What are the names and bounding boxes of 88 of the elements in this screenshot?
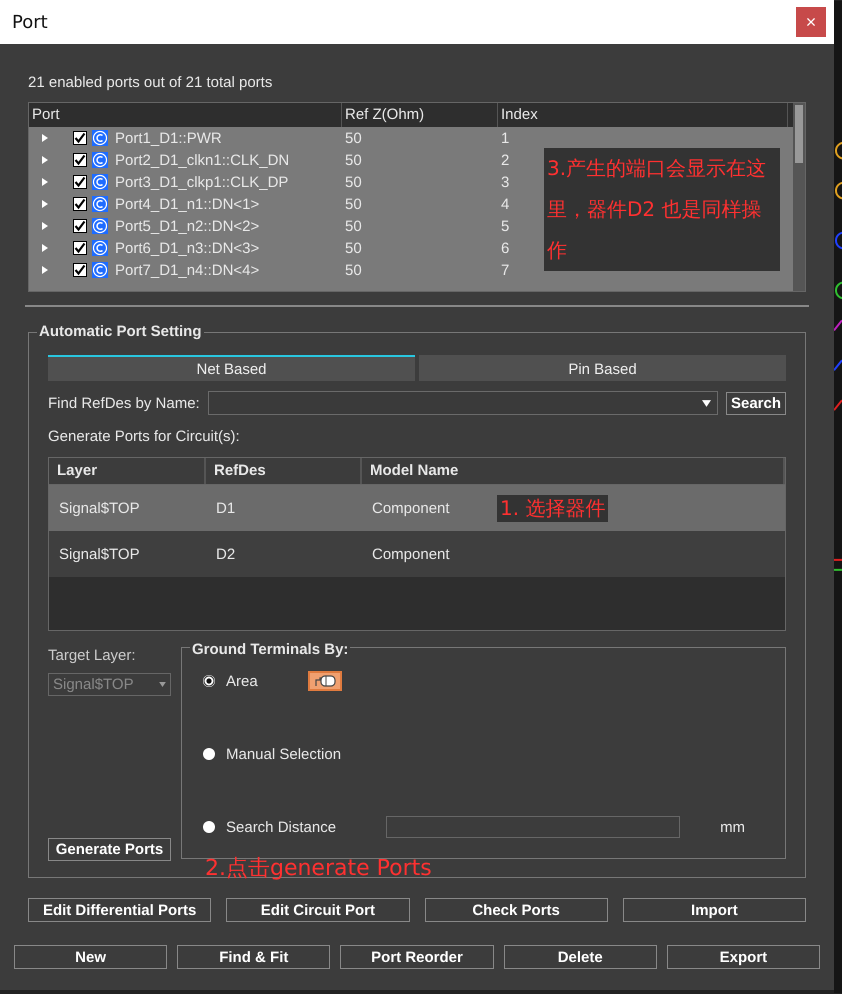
generate-ports-button[interactable]: Generate Ports [48, 838, 171, 861]
table-cell-text: 50 [344, 130, 363, 146]
expand-arrow-icon[interactable] [41, 222, 49, 230]
tab[interactable]: Pin Based [419, 355, 786, 381]
group-title: Automatic Port Setting [37, 323, 204, 340]
action-button[interactable]: Edit Differential Ports [28, 898, 212, 922]
table-cell-text: 2 [500, 152, 510, 168]
table-row[interactable]: Signal$TOP D2 Component [49, 531, 786, 577]
action-button[interactable]: Edit Circuit Port [226, 898, 410, 922]
table-cell-text: Component [371, 500, 450, 516]
action-button[interactable]: Export [666, 945, 820, 969]
port-name: Port2_D1_clkn1::CLK_DN [115, 152, 290, 168]
table-cell-text: Component [371, 546, 450, 562]
table-cell-text: 50 [344, 240, 363, 256]
unit-label: mm [720, 818, 746, 836]
annotation-text: 1. 选择器件 [497, 495, 608, 522]
expand-arrow-icon[interactable] [41, 244, 49, 252]
action-button[interactable]: Find & Fit [177, 945, 330, 969]
table-cell-text: 3 [500, 174, 510, 190]
port-count-text: 21 enabled ports out of 21 total ports [28, 74, 274, 93]
group-title: Ground Terminals By: [190, 642, 350, 657]
action-button[interactable]: Check Ports [424, 898, 608, 922]
field-label: Target Layer: [48, 647, 137, 664]
table-cell-text: D2 [215, 546, 236, 562]
port-icon [92, 174, 108, 190]
table-cell-text: Signal$TOP [58, 546, 141, 562]
action-button[interactable]: Port Reorder [340, 945, 494, 969]
port-name: Port3_D1_clkp1::CLK_DP [115, 174, 288, 190]
action-button[interactable]: New [14, 945, 168, 969]
port-icon [92, 196, 108, 212]
checkbox[interactable] [73, 153, 87, 167]
close-button[interactable]: × [796, 7, 826, 37]
radio-label: Area [226, 672, 258, 690]
port-name: Port6_D1_n3::DN<3> [115, 240, 260, 256]
port-name: Port7_D1_n4::DN<4> [115, 262, 260, 278]
table-cell-text: Signal$TOP [58, 500, 141, 516]
radio-button[interactable] [202, 820, 216, 834]
action-button[interactable]: Import [622, 898, 806, 922]
checkbox[interactable] [73, 197, 87, 211]
field-label: Find RefDes by Name: [48, 394, 200, 412]
expand-arrow-icon[interactable] [41, 156, 49, 164]
table-cell-text: D1 [215, 500, 236, 516]
port-icon [92, 152, 108, 168]
port-icon [92, 218, 108, 234]
search-button[interactable]: Search [726, 392, 786, 414]
radio-label: Search Distance [226, 818, 336, 836]
table-cell-text: 50 [344, 152, 363, 168]
annotation-text: 3.产生的端口会显示在这里，器件D2 也是同样操作 [544, 148, 780, 271]
table-cell-text: 5 [500, 218, 510, 234]
action-button[interactable]: Delete [504, 945, 657, 969]
table-cell-text: 1 [500, 130, 510, 146]
column-header[interactable]: Port [29, 103, 342, 127]
checkbox[interactable] [73, 175, 87, 189]
table-cell-text: 4 [500, 196, 510, 212]
expand-arrow-icon[interactable] [41, 266, 49, 274]
port-icon [92, 262, 108, 278]
window-title: Port [12, 12, 48, 32]
port-name: Port5_D1_n2::DN<2> [115, 218, 260, 234]
radio-label: Manual Selection [226, 746, 342, 762]
table-cell-text: 6 [500, 240, 510, 256]
column-header[interactable]: Ref Z(Ohm) [342, 103, 498, 127]
table-cell-text: 50 [344, 174, 363, 190]
dropdown-caret-icon [702, 400, 711, 406]
radio-button[interactable] [202, 674, 216, 688]
area-select-button[interactable] [308, 671, 342, 691]
expand-arrow-icon[interactable] [41, 134, 49, 142]
checkbox[interactable] [73, 131, 87, 145]
annotation-text: 2.点击generate Ports [205, 855, 432, 883]
port-icon [92, 130, 108, 146]
table-cell-text: 50 [344, 196, 363, 212]
scrollbar[interactable] [793, 103, 806, 291]
port-icon [92, 240, 108, 256]
tab[interactable]: Net Based [48, 355, 416, 381]
checkbox[interactable] [73, 263, 87, 277]
expand-arrow-icon[interactable] [41, 200, 49, 208]
caret-icon [159, 682, 166, 687]
table-cell-text: 50 [344, 218, 363, 234]
checkbox[interactable] [73, 241, 87, 255]
field-label: Generate Ports for Circuit(s): [48, 428, 241, 447]
table-cell-text: 7 [500, 262, 510, 278]
radio-button[interactable] [202, 747, 216, 761]
checkbox[interactable] [73, 219, 87, 233]
port-name: Port4_D1_n1::DN<1> [115, 196, 260, 212]
expand-arrow-icon[interactable] [41, 178, 49, 186]
port-name: Port1_D1::PWR [115, 130, 222, 146]
table-cell-text: 50 [344, 262, 363, 278]
column-header[interactable]: Index [498, 103, 788, 127]
distance-input[interactable] [386, 816, 680, 838]
